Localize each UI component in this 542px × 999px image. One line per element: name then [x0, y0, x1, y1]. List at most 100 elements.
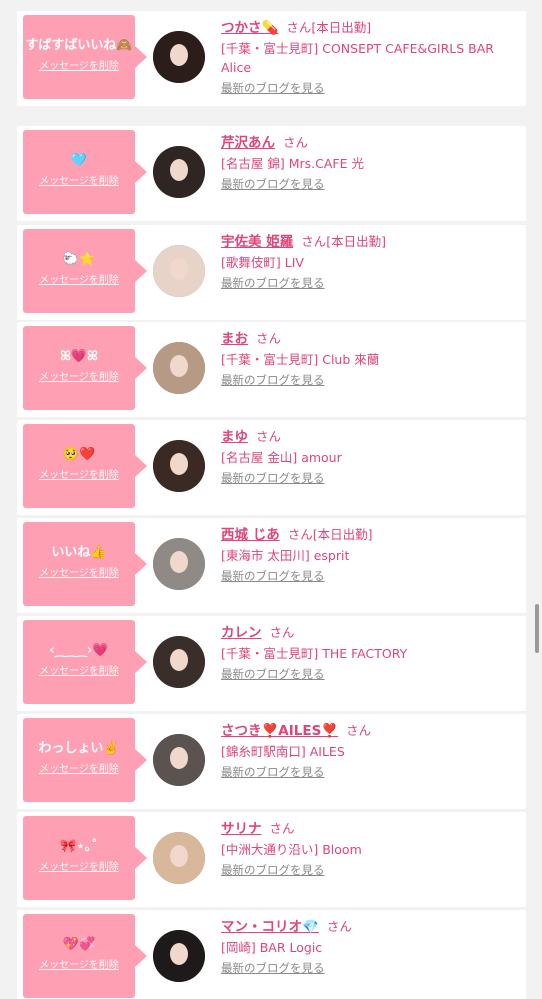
profile-name-link[interactable]: つかさ💊 — [221, 20, 278, 36]
profile-info: 芹沢あん さん [名古屋 錦] Mrs.CAFE 光最新のブログを見る — [221, 132, 521, 192]
shop-label: [名古屋 金山] amour — [221, 450, 342, 465]
message-list: すばすばいいね🙈 メッセージを削除 つかさ💊 さん[本日出勤] [千葉・富士見町] CO… — [0, 0, 542, 999]
latest-blog-link[interactable]: 最新のブログを見る — [221, 862, 325, 878]
message-bubble: 🎀⋆｡˚ メッセージを削除 — [23, 816, 147, 900]
shop-label: [岡崎] BAR Logic — [221, 940, 323, 955]
avatar[interactable] — [153, 245, 205, 297]
profile-info: カレン さん [千葉・富士見町] THE FACTORY 最新のブログを見る — [221, 622, 521, 682]
honorific-label: さん — [287, 527, 313, 542]
message-text: 🥺❤️ — [62, 447, 96, 462]
latest-blog-link[interactable]: 最新のブログを見る — [221, 666, 325, 682]
list-item: 🥺❤️ メッセージを削除 まゆ さん [名古屋 金山] amour 最新のブログを見る — [17, 420, 526, 515]
list-item: ‹⁔︎⁔︎⁔︎›💗 メッセージを削除 カレン さん [千葉・富士見町] THE FACT… — [17, 616, 526, 711]
message-bubble: 💖💞 メッセージを削除 — [23, 914, 147, 998]
honorific-label: さん — [269, 625, 295, 640]
list-item: 💖💞 メッセージを削除 マン・コリオ💎 さん [岡崎] BAR Logic 最新のブログを… — [17, 910, 526, 999]
honorific-label: さん — [283, 135, 309, 150]
avatar[interactable] — [153, 930, 205, 982]
shop-label: [錦糸町駅南口] AILES — [221, 744, 345, 759]
message-bubble: 🥺❤️ メッセージを削除 — [23, 424, 147, 508]
message-bubble: わっしょい✌️ メッセージを削除 — [23, 718, 147, 802]
attendance-status: [本日出勤] — [311, 20, 372, 35]
message-bubble: すばすばいいね🙈 メッセージを削除 — [23, 15, 147, 99]
message-text: ꕤ💗ꕤ — [60, 349, 98, 364]
latest-blog-link[interactable]: 最新のブログを見る — [221, 176, 325, 192]
profile-name-link[interactable]: まお — [221, 331, 248, 347]
latest-blog-link[interactable]: 最新のブログを見る — [221, 764, 325, 780]
message-text: 🐑⭐ — [62, 252, 96, 267]
avatar[interactable] — [153, 636, 205, 688]
avatar[interactable] — [153, 342, 205, 394]
avatar[interactable] — [153, 31, 205, 83]
shop-label: [千葉・富士見町] THE FACTORY — [221, 646, 408, 661]
shop-label: [名古屋 錦] Mrs.CAFE 光 — [221, 156, 364, 171]
delete-message-link[interactable]: メッセージを削除 — [39, 764, 119, 776]
list-item: すばすばいいね🙈 メッセージを削除 つかさ💊 さん[本日出勤] [千葉・富士見町] CO… — [17, 11, 526, 106]
avatar[interactable] — [153, 734, 205, 786]
message-bubble: ꕤ💗ꕤ メッセージを削除 — [23, 326, 147, 410]
profile-name-link[interactable]: まゆ — [221, 429, 248, 445]
shop-label: [千葉・富士見町] CONSEPT CAFE&GIRLS BAR Alice — [221, 41, 494, 75]
profile-info: まゆ さん [名古屋 金山] amour 最新のブログを見る — [221, 426, 521, 486]
message-text: ‹⁔︎⁔︎⁔︎›💗 — [49, 643, 109, 658]
delete-message-link[interactable]: メッセージを削除 — [39, 862, 119, 874]
avatar[interactable] — [153, 440, 205, 492]
profile-name-link[interactable]: 宇佐美 姫羅 — [221, 234, 293, 250]
delete-message-link[interactable]: メッセージを削除 — [39, 960, 119, 972]
latest-blog-link[interactable]: 最新のブログを見る — [221, 80, 325, 96]
delete-message-link[interactable]: メッセージを削除 — [39, 470, 119, 482]
attendance-status: [本日出勤] — [326, 234, 386, 249]
latest-blog-link[interactable]: 最新のブログを見る — [221, 372, 325, 388]
profile-info: 西城 じあ さん[本日出勤] [東海市 太田川] esprit 最新のブログを見る — [221, 524, 521, 584]
message-bubble: いいね👍 メッセージを削除 — [23, 522, 147, 606]
latest-blog-link[interactable]: 最新のブログを見る — [221, 960, 325, 976]
delete-message-link[interactable]: メッセージを削除 — [39, 61, 119, 73]
message-bubble: 🐑⭐ メッセージを削除 — [23, 229, 147, 313]
shop-label: [東海市 太田川] esprit — [221, 548, 350, 563]
honorific-label: さん — [256, 331, 282, 346]
list-item: わっしょい✌️ メッセージを削除 さつき❣️AILES❣️ さん [錦糸町駅南口] AI… — [17, 714, 526, 809]
honorific-label: さん — [326, 919, 352, 934]
list-item: 🐑⭐ メッセージを削除 宇佐美 姫羅 さん[本日出勤] [歌舞伎町] LIV 最新のブログ… — [17, 225, 526, 320]
message-text: すばすばいいね🙈 — [25, 38, 133, 53]
profile-info: マン・コリオ💎 さん [岡崎] BAR Logic 最新のブログを見る — [221, 916, 521, 976]
profile-name-link[interactable]: サリナ — [221, 821, 262, 837]
latest-blog-link[interactable]: 最新のブログを見る — [221, 275, 325, 291]
message-text: 💖💞 — [62, 937, 96, 952]
profile-info: まお さん [千葉・富士見町] Club 來蘭 最新のブログを見る — [221, 328, 521, 388]
scrollbar[interactable] — [535, 604, 539, 653]
delete-message-link[interactable]: メッセージを削除 — [39, 372, 119, 384]
profile-name-link[interactable]: さつき❣️AILES❣️ — [221, 723, 338, 739]
list-item: いいね👍 メッセージを削除 西城 じあ さん[本日出勤] [東海市 太田川] espri… — [17, 518, 526, 613]
delete-message-link[interactable]: メッセージを削除 — [39, 275, 119, 287]
avatar[interactable] — [153, 146, 205, 198]
profile-name-link[interactable]: 芹沢あん — [221, 135, 275, 151]
message-text: わっしょい✌️ — [38, 741, 120, 756]
delete-message-link[interactable]: メッセージを削除 — [39, 568, 119, 580]
message-bubble: 🩵 メッセージを削除 — [23, 130, 147, 214]
profile-info: つかさ💊 さん[本日出勤] [千葉・富士見町] CONSEPT CAFE&GIRLS… — [221, 17, 521, 96]
delete-message-link[interactable]: メッセージを削除 — [39, 176, 119, 188]
latest-blog-link[interactable]: 最新のブログを見る — [221, 568, 325, 584]
shop-label: [歌舞伎町] LIV — [221, 255, 304, 270]
list-item: ꕤ💗ꕤ メッセージを削除 まお さん [千葉・富士見町] Club 來蘭 最新のブログを見… — [17, 322, 526, 417]
delete-message-link[interactable]: メッセージを削除 — [39, 666, 119, 678]
profile-name-link[interactable]: カレン — [221, 625, 262, 641]
avatar[interactable] — [153, 538, 205, 590]
message-text: 🎀⋆｡˚ — [60, 839, 98, 854]
list-item: 🩵 メッセージを削除 芹沢あん さん [名古屋 錦] Mrs.CAFE 光最新のブログを… — [17, 126, 526, 221]
shop-label: [中洲大通り沿い] Bloom — [221, 842, 362, 857]
list-item: 🎀⋆｡˚ メッセージを削除 サリナ さん [中洲大通り沿い] Bloom 最新のブログを見… — [17, 812, 526, 907]
honorific-label: さん — [256, 429, 282, 444]
honorific-label: さん — [269, 821, 295, 836]
message-bubble: ‹⁔︎⁔︎⁔︎›💗 メッセージを削除 — [23, 620, 147, 704]
profile-name-link[interactable]: マン・コリオ💎 — [221, 919, 319, 935]
message-text: 🩵 — [70, 153, 88, 168]
message-text: いいね👍 — [51, 545, 107, 560]
latest-blog-link[interactable]: 最新のブログを見る — [221, 470, 325, 486]
honorific-label: さん — [301, 234, 327, 249]
honorific-label: さん — [286, 20, 312, 35]
profile-name-link[interactable]: 西城 じあ — [221, 527, 280, 543]
avatar[interactable] — [153, 832, 205, 884]
attendance-status: [本日出勤] — [312, 527, 373, 542]
